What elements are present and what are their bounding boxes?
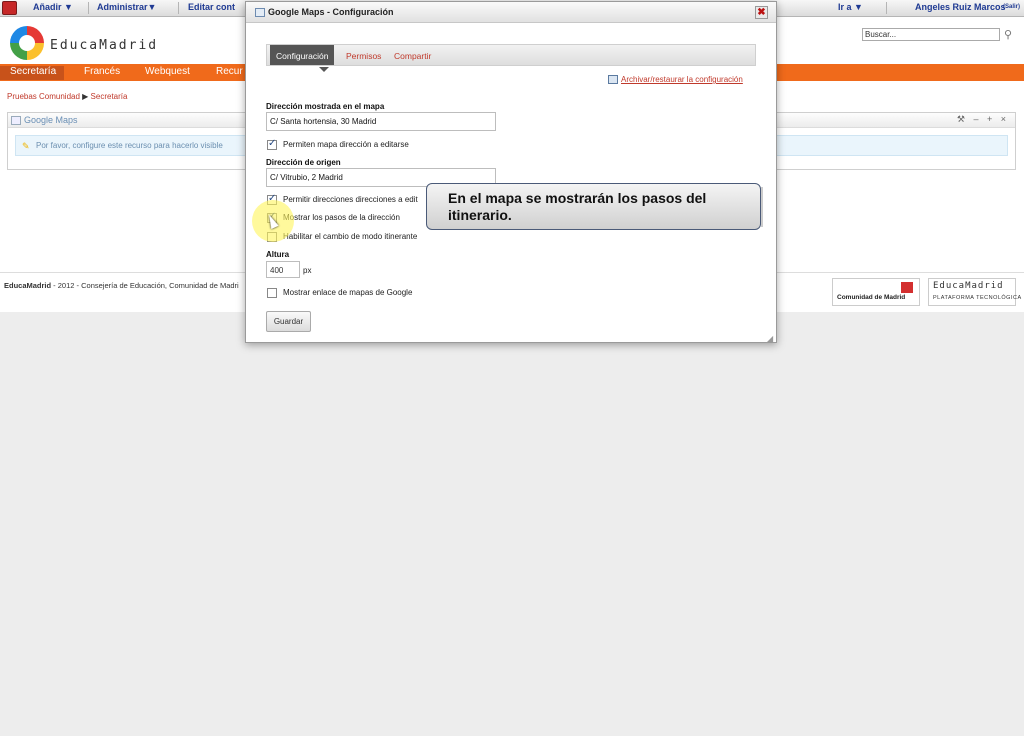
logo-text: EducaMadrid bbox=[50, 38, 159, 53]
resize-grip-icon[interactable]: ◢ bbox=[767, 334, 773, 343]
breadcrumb-item[interactable]: Pruebas Comunidad bbox=[7, 92, 80, 101]
portlet-controls[interactable]: ⚒ – + × bbox=[957, 114, 1009, 125]
edit-controls-toggle[interactable]: Editar cont bbox=[188, 2, 235, 12]
height-input[interactable]: 400 bbox=[266, 261, 300, 278]
cm-logo-text: Comunidad de Madrid bbox=[837, 294, 906, 301]
scrollbar[interactable] bbox=[761, 187, 763, 227]
breadcrumb-arrow-icon: ▶ bbox=[82, 92, 91, 101]
logo-mark-icon bbox=[10, 26, 44, 60]
footer-text: EducaMadrid - 2012 - Consejería de Educa… bbox=[4, 281, 239, 290]
logout-link[interactable]: (Salir) bbox=[1003, 4, 1020, 10]
em-logo-text: EducaMadrid bbox=[933, 281, 1004, 291]
save-button[interactable]: Guardar bbox=[266, 311, 311, 332]
allow-edit-label: Permiten mapa dirección a editarse bbox=[283, 140, 409, 149]
comunidad-madrid-logo[interactable]: Comunidad de Madrid bbox=[832, 278, 920, 306]
footer-brand: EducaMadrid bbox=[4, 281, 52, 290]
nav-item-secretaria[interactable]: Secretaría bbox=[0, 66, 65, 80]
archive-restore-link[interactable]: Archivar/restaurar la configuración bbox=[621, 75, 743, 84]
window-icon bbox=[255, 8, 265, 17]
tab-configuracion[interactable]: Configuración bbox=[270, 45, 335, 65]
divider bbox=[178, 2, 179, 14]
height-label: Altura bbox=[266, 250, 290, 259]
search-input[interactable]: Buscar... bbox=[862, 28, 1000, 41]
nav-item-frances[interactable]: Francés bbox=[84, 66, 120, 77]
tab-permisos[interactable]: Permisos bbox=[340, 45, 387, 65]
em-logo-subtitle: PLATAFORMA TECNOLÓGICA bbox=[933, 295, 1022, 301]
user-name[interactable]: Angeles Ruiz Marcos bbox=[915, 2, 1006, 12]
goto-menu[interactable]: Ir a ▼ bbox=[838, 2, 863, 12]
address-label: Dirección mostrada en el mapa bbox=[266, 102, 385, 111]
tab-pointer bbox=[319, 67, 329, 72]
portlet-icon bbox=[11, 116, 21, 125]
travel-mode-label: Habilitar el cambio de modo itinerante bbox=[283, 232, 418, 241]
google-link-label: Mostrar enlace de mapas de Google bbox=[283, 288, 413, 297]
origin-label: Dirección de origen bbox=[266, 158, 341, 167]
archive-icon[interactable] bbox=[608, 75, 618, 84]
allow-directions-label: Permitir direcciones direcciones a edit bbox=[283, 195, 418, 204]
nav-item-recursos[interactable]: Recur bbox=[216, 66, 243, 77]
tutorial-callout-text: En el mapa se mostrarán los pasos del it… bbox=[448, 190, 707, 223]
manage-menu[interactable]: Administrar▼ bbox=[97, 2, 156, 12]
search-icon[interactable]: ⚲ bbox=[1004, 28, 1012, 41]
footer-copyright: - 2012 - Consejería de Educación, Comuni… bbox=[51, 281, 239, 290]
close-icon[interactable]: ✖ bbox=[755, 6, 768, 19]
tutorial-callout: En el mapa se mostrarán los pasos del it… bbox=[426, 183, 761, 230]
pin-icon[interactable] bbox=[2, 1, 17, 15]
google-link-checkbox[interactable] bbox=[267, 288, 277, 298]
madrid-flag-icon bbox=[901, 282, 913, 293]
divider bbox=[886, 2, 887, 14]
tab-bar: Configuración Permisos Compartir bbox=[266, 44, 756, 72]
dialog-title: Google Maps - Configuración bbox=[268, 7, 394, 17]
portlet-title: Google Maps bbox=[24, 115, 78, 125]
add-menu[interactable]: Añadir ▼ bbox=[33, 2, 73, 12]
height-unit: px bbox=[303, 266, 312, 275]
nav-item-webquest[interactable]: Webquest bbox=[145, 66, 190, 77]
breadcrumb: Pruebas Comunidad ▶ Secretaría bbox=[7, 92, 127, 101]
show-steps-label: Mostrar los pasos de la dirección bbox=[283, 213, 400, 222]
tab-compartir[interactable]: Compartir bbox=[388, 45, 437, 65]
info-text: Por favor, configure este recurso para h… bbox=[36, 141, 223, 150]
breadcrumb-item[interactable]: Secretaría bbox=[91, 92, 128, 101]
educamadrid-footer-logo[interactable]: EducaMadrid PLATAFORMA TECNOLÓGICA bbox=[928, 278, 1021, 306]
address-input[interactable]: C/ Santa hortensia, 30 Madrid bbox=[266, 112, 496, 131]
allow-edit-checkbox[interactable] bbox=[267, 138, 277, 150]
info-icon: ✎ bbox=[22, 141, 30, 151]
dialog-header[interactable]: Google Maps - Configuración ✖ bbox=[246, 2, 776, 23]
config-dialog: Google Maps - Configuración ✖ Configurac… bbox=[245, 1, 777, 343]
divider bbox=[88, 2, 89, 14]
